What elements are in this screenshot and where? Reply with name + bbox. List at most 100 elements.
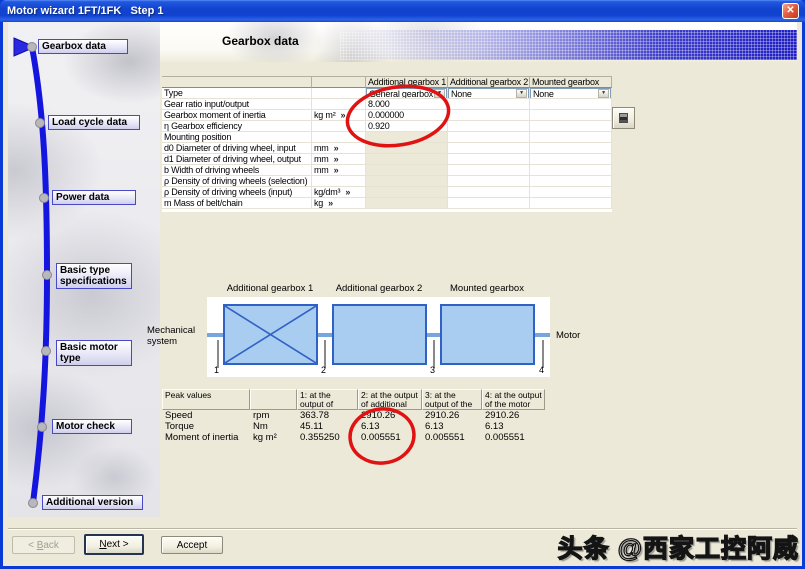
gearbox-value-cell-additional-gearbox-1[interactable]: 0.000000 (366, 110, 448, 121)
sidebar-step-basic-type-specifications[interactable]: Basic type specifications (56, 263, 132, 289)
tick-mark-3 (433, 340, 435, 368)
mechanical-system-label: Mechanical system (147, 325, 205, 347)
gearbox-value-cell-additional-gearbox-1 (366, 154, 448, 165)
unit-select-arrow-icon[interactable]: » (334, 165, 339, 175)
gearbox-value-cell-mounted-gearbox (530, 165, 612, 176)
unit-text: kg m² (314, 110, 336, 120)
peak-unit-cell: kg m² (250, 432, 297, 443)
unit-text: kg (314, 198, 323, 208)
gearbox-value-cell-additional-gearbox-1[interactable]: 8.000 (366, 99, 448, 110)
next-button[interactable]: Next > (84, 534, 144, 555)
gearbox-unit-cell: mm» (312, 143, 366, 154)
tick-mark-1 (217, 340, 219, 368)
gearbox-unit-cell: mm» (312, 165, 366, 176)
peak-value-cell: 6.13 (482, 421, 545, 432)
gearbox-value-cell-mounted-gearbox (530, 132, 612, 143)
unit-text: mm (314, 154, 329, 164)
gearbox-value-cell-mounted-gearbox[interactable]: None ▼ (530, 88, 612, 99)
combo-value: None (533, 89, 554, 99)
gearbox-unit-cell (312, 176, 366, 187)
gearbox-table: Additional gearbox 1Additional gearbox 2… (162, 76, 612, 212)
sidebar-step-motor-check[interactable]: Motor check (52, 419, 132, 434)
sidebar-step-gearbox-data[interactable]: Gearbox data (38, 39, 128, 54)
gearbox-value-cell-additional-gearbox-2 (448, 198, 530, 209)
gearbox-unit-cell: kg/dm³ » (312, 187, 366, 198)
gearbox-col-header: Additional gearbox 1 (366, 76, 448, 88)
peak-row-label: Speed (162, 410, 250, 421)
motor-label: Motor (556, 330, 580, 341)
calculator-icon (619, 113, 628, 123)
gearbox-row-label: ρ Density of driving wheels (input) (162, 187, 312, 198)
tick-mark-4 (542, 340, 544, 368)
unit-select-arrow-icon[interactable]: » (334, 143, 339, 153)
chevron-down-icon[interactable]: ▼ (516, 89, 527, 98)
gearbox-row-label: d0 Diameter of driving wheel, input (162, 143, 312, 154)
gearbox-value-cell-additional-gearbox-2 (448, 132, 530, 143)
tick-number: 1 (214, 365, 219, 375)
peak-col-header: 1: at the output of additional (297, 389, 358, 410)
accept-button[interactable]: Accept (161, 536, 223, 554)
calculator-button[interactable] (612, 107, 635, 129)
tick-number: 2 (321, 365, 326, 375)
additional-gearbox-2-type-combo[interactable]: None▼ (448, 88, 529, 99)
header-banner: Gearbox data (160, 22, 797, 62)
gearbox-value-cell-additional-gearbox-2 (448, 121, 530, 132)
peak-col-header: 3: at the output of the mounted (422, 389, 482, 410)
unit-select-arrow-icon[interactable]: » (334, 154, 339, 164)
sidebar-step-additional-version[interactable]: Additional version (42, 495, 143, 510)
gearbox-row-label: Gearbox moment of inertia (162, 110, 312, 121)
gearbox-value-cell-mounted-gearbox (530, 143, 612, 154)
additional-gearbox-1-type-combo[interactable]: General gearbox▼ (366, 88, 447, 99)
gear-train-diagram: 1 2 3 4 (207, 297, 550, 377)
peak-value-cell: 2910.26 (422, 410, 482, 421)
peak-value-cell: 45.11 (297, 421, 358, 432)
gearbox-value-cell-additional-gearbox-1 (366, 132, 448, 143)
peak-value-cell: 2910.26 (482, 410, 545, 421)
gearbox-unit-cell: kg » (312, 198, 366, 209)
page-title: Gearbox data (222, 34, 299, 48)
unit-text: kg/dm³ (314, 187, 340, 197)
gearbox-row-label: ρ Density of driving wheels (selection) (162, 176, 312, 187)
mounted-gearbox-type-combo[interactable]: None ▼ (530, 88, 611, 99)
gearbox-value-cell-additional-gearbox-2 (448, 176, 530, 187)
peak-value-cell: 2910.26 (358, 410, 422, 421)
gearbox-col-header: Mounted gearbox (530, 76, 612, 88)
banner-blue-gradient (340, 30, 797, 60)
unit-select-arrow-icon[interactable]: » (341, 110, 346, 120)
peak-unit-cell: Nm (250, 421, 297, 432)
tick-number: 4 (539, 365, 544, 375)
back-button: < Back (12, 536, 75, 554)
gearbox-value-cell-additional-gearbox-1[interactable]: General gearbox▼ (366, 88, 448, 99)
unit-select-arrow-icon[interactable]: » (345, 187, 350, 197)
gearbox-value-cell-additional-gearbox-1[interactable]: 0.920 (366, 121, 448, 132)
sidebar-step-power-data[interactable]: Power data (52, 190, 136, 205)
cross-icon (225, 306, 316, 363)
gearbox-value-cell-additional-gearbox-2[interactable]: None▼ (448, 88, 530, 99)
gearbox-col-header (162, 76, 312, 88)
gearbox-value-cell-additional-gearbox-1 (366, 143, 448, 154)
peak-col-header: 4: at the output of the motor (482, 389, 545, 410)
unit-select-arrow-icon[interactable]: » (328, 198, 333, 208)
title-bar: Motor wizard 1FT/1FK Step 1 ✕ (0, 0, 805, 22)
peak-row-label: Moment of inertia (162, 432, 250, 443)
gearbox-unit-cell (312, 88, 366, 99)
gearbox-value-cell-additional-gearbox-1 (366, 187, 448, 198)
chevron-down-icon[interactable]: ▼ (598, 89, 609, 98)
gearbox-value-cell-additional-gearbox-2 (448, 187, 530, 198)
window-title: Motor wizard 1FT/1FK Step 1 (0, 5, 163, 17)
gearbox-row-label: Gear ratio input/output (162, 99, 312, 110)
gearbox-unit-cell: mm » (312, 154, 366, 165)
sidebar-step-basic-motor-type[interactable]: Basic motor type (56, 340, 132, 366)
gearbox-row-label: d1 Diameter of driving wheel, output (162, 154, 312, 165)
chevron-down-icon[interactable]: ▼ (434, 89, 445, 98)
peak-unit-cell: rpm (250, 410, 297, 421)
sidebar-step-load-cycle-data[interactable]: Load cycle data (48, 115, 140, 130)
peak-col-header (250, 389, 297, 410)
gearbox-value-cell-mounted-gearbox (530, 99, 612, 110)
close-icon[interactable]: ✕ (782, 3, 799, 19)
diagram-label-mounted-gearbox: Mounted gearbox (427, 283, 547, 294)
diagram-label-additional-gearbox-1: Additional gearbox 1 (210, 283, 330, 294)
additional-gearbox-2-box (332, 304, 427, 365)
gearbox-unit-cell (312, 132, 366, 143)
peak-value-cell: 0.005551 (358, 432, 422, 443)
